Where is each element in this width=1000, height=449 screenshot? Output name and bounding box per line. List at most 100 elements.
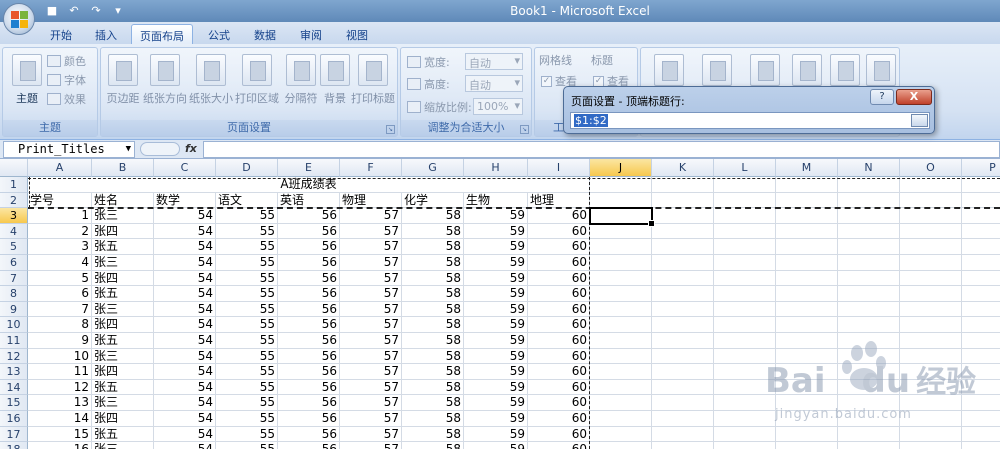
grid-cell[interactable] xyxy=(652,348,714,365)
grid-cell[interactable] xyxy=(962,255,1000,271)
scale-launcher-icon[interactable]: ↘ xyxy=(520,125,529,134)
data-cell[interactable]: 54 xyxy=(154,442,216,449)
tab-formulas[interactable]: 公式 xyxy=(200,24,238,44)
data-cell[interactable]: 60 xyxy=(528,286,590,302)
grid-cell[interactable] xyxy=(838,239,900,255)
data-cell[interactable]: 55 xyxy=(216,348,278,365)
data-cell[interactable]: 59 xyxy=(464,270,528,287)
data-cell[interactable]: 张三 xyxy=(92,442,154,449)
data-cell[interactable]: 张三 xyxy=(92,395,154,411)
grid-cell[interactable] xyxy=(590,223,652,240)
data-cell[interactable]: 55 xyxy=(216,223,278,240)
column-header-c[interactable]: C xyxy=(154,159,216,177)
grid-cell[interactable] xyxy=(962,208,1000,224)
data-cell[interactable]: 张五 xyxy=(92,286,154,302)
data-cell[interactable]: 55 xyxy=(216,270,278,287)
theme-effects-button[interactable]: 效果 xyxy=(47,90,86,107)
data-cell[interactable]: 3 xyxy=(28,239,92,255)
tab-data[interactable]: 数据 xyxy=(246,24,284,44)
grid-cell[interactable] xyxy=(590,411,652,427)
grid-cell[interactable] xyxy=(900,177,962,193)
data-cell[interactable]: 57 xyxy=(340,286,402,302)
print-area-button[interactable]: 打印区域 xyxy=(235,54,279,106)
sheet-title-cell[interactable]: A班成绩表 xyxy=(28,177,590,193)
data-cell[interactable]: 59 xyxy=(464,348,528,365)
grid-cell[interactable] xyxy=(714,239,776,255)
data-cell[interactable]: 60 xyxy=(528,395,590,411)
data-cell[interactable]: 54 xyxy=(154,379,216,396)
grid-cell[interactable] xyxy=(590,442,652,449)
data-cell[interactable]: 58 xyxy=(402,364,464,380)
print-titles-button[interactable]: 打印标题 xyxy=(351,54,395,106)
grid-cell[interactable] xyxy=(714,208,776,224)
data-cell[interactable]: 55 xyxy=(216,208,278,224)
grid-cell[interactable] xyxy=(590,364,652,380)
group-button[interactable] xyxy=(825,54,865,90)
grid-cell[interactable] xyxy=(652,255,714,271)
data-cell[interactable]: 56 xyxy=(278,411,340,427)
grid-cell[interactable] xyxy=(590,239,652,255)
bring-forward-button[interactable] xyxy=(649,54,689,90)
grid-cell[interactable] xyxy=(776,301,838,318)
grid-cell[interactable] xyxy=(776,192,838,209)
row-header-11[interactable]: 11 xyxy=(0,333,28,349)
data-cell[interactable]: 张四 xyxy=(92,317,154,333)
scale-spinner[interactable]: 100% xyxy=(473,98,523,115)
office-button[interactable] xyxy=(3,3,35,35)
expand-dialog-icon[interactable] xyxy=(911,114,928,127)
data-cell[interactable]: 59 xyxy=(464,364,528,380)
grid-cell[interactable] xyxy=(590,395,652,411)
grid-cell[interactable] xyxy=(652,286,714,302)
column-title-cell[interactable]: 数学 xyxy=(154,192,216,209)
data-cell[interactable]: 55 xyxy=(216,255,278,271)
data-cell[interactable]: 59 xyxy=(464,442,528,449)
grid-cell[interactable] xyxy=(714,192,776,209)
active-cell[interactable] xyxy=(589,207,655,227)
grid-cell[interactable] xyxy=(838,192,900,209)
row-header-9[interactable]: 9 xyxy=(0,301,28,318)
grid-cell[interactable] xyxy=(962,442,1000,449)
data-cell[interactable]: 张四 xyxy=(92,223,154,240)
row-header-14[interactable]: 14 xyxy=(0,379,28,396)
column-title-cell[interactable]: 语文 xyxy=(216,192,278,209)
height-combo[interactable]: 自动 xyxy=(465,75,523,92)
data-cell[interactable]: 58 xyxy=(402,208,464,224)
grid-cell[interactable] xyxy=(962,317,1000,333)
data-cell[interactable]: 55 xyxy=(216,333,278,349)
data-cell[interactable]: 张三 xyxy=(92,208,154,224)
column-header-b[interactable]: B xyxy=(92,159,154,177)
grid-cell[interactable] xyxy=(590,426,652,443)
data-cell[interactable]: 张三 xyxy=(92,301,154,318)
grid-cell[interactable] xyxy=(776,223,838,240)
column-title-cell[interactable]: 生物 xyxy=(464,192,528,209)
column-title-cell[interactable]: 英语 xyxy=(278,192,340,209)
page-setup-launcher-icon[interactable]: ↘ xyxy=(386,125,395,134)
row-header-17[interactable]: 17 xyxy=(0,426,28,443)
grid-cell[interactable] xyxy=(962,177,1000,193)
grid-cell[interactable] xyxy=(962,239,1000,255)
grid-cell[interactable] xyxy=(590,286,652,302)
grid-cell[interactable] xyxy=(590,317,652,333)
data-cell[interactable]: 1 xyxy=(28,208,92,224)
data-cell[interactable]: 58 xyxy=(402,442,464,449)
background-button[interactable]: 背景 xyxy=(315,54,355,106)
data-cell[interactable]: 60 xyxy=(528,442,590,449)
row-header-4[interactable]: 4 xyxy=(0,223,28,240)
grid-cell[interactable] xyxy=(838,317,900,333)
data-cell[interactable]: 2 xyxy=(28,223,92,240)
data-cell[interactable]: 5 xyxy=(28,270,92,287)
grid-cell[interactable] xyxy=(652,333,714,349)
grid-cell[interactable] xyxy=(652,411,714,427)
grid-cell[interactable] xyxy=(900,301,962,318)
data-cell[interactable]: 55 xyxy=(216,442,278,449)
data-cell[interactable]: 13 xyxy=(28,395,92,411)
data-cell[interactable]: 58 xyxy=(402,301,464,318)
data-cell[interactable]: 54 xyxy=(154,348,216,365)
data-cell[interactable]: 张五 xyxy=(92,333,154,349)
tab-home[interactable]: 开始 xyxy=(42,24,80,44)
data-cell[interactable]: 56 xyxy=(278,239,340,255)
grid-cell[interactable] xyxy=(652,177,714,193)
data-cell[interactable]: 57 xyxy=(340,317,402,333)
grid-cell[interactable] xyxy=(900,270,962,287)
data-cell[interactable]: 张四 xyxy=(92,364,154,380)
